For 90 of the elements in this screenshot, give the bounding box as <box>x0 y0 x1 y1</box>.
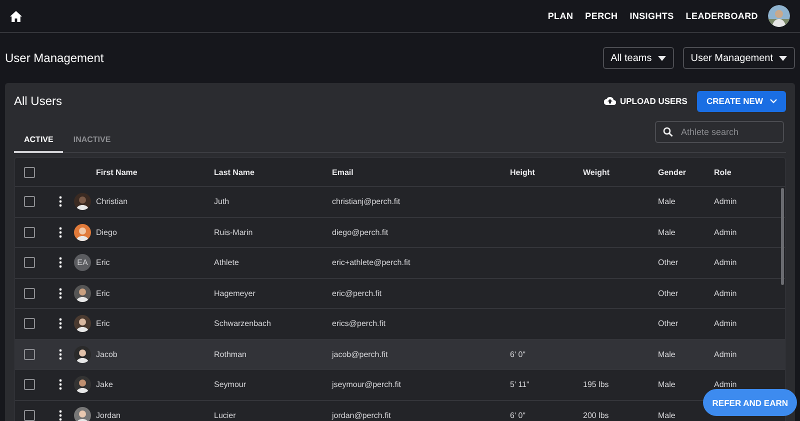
nav-link[interactable]: PERCH <box>585 11 618 21</box>
chevron-icon <box>770 98 777 104</box>
checkbox[interactable] <box>24 379 35 390</box>
table-cell-text: Admin <box>714 258 738 268</box>
caret-icon <box>658 56 666 60</box>
table-cell-text: Seymour <box>214 380 248 390</box>
table-cell-text: Male <box>658 410 676 420</box>
table-cell-text: Jacob <box>96 350 118 359</box>
table-cell-text: Admin <box>714 197 738 206</box>
column-header: Email <box>332 168 354 176</box>
table-cell-text: jseymour@perch.fit <box>332 380 402 390</box>
checkbox[interactable] <box>24 166 35 178</box>
table-cell-text: Juth <box>214 197 230 206</box>
table-cell-text: Admin <box>714 288 738 298</box>
nav-link[interactable]: INSIGHTS <box>630 11 674 21</box>
cloud-upload-icon <box>604 97 616 105</box>
nav-link[interactable]: LEADERBOARD <box>686 11 758 21</box>
table-cell-text: Admin <box>714 380 738 390</box>
search-icon <box>663 127 673 137</box>
dropdown[interactable]: User Management <box>682 47 795 69</box>
dropdown[interactable]: All teams <box>602 47 674 69</box>
column-header: Last Name <box>214 168 256 176</box>
more-icon[interactable] <box>59 196 62 208</box>
table-cell-text: Admin <box>714 350 738 359</box>
table-cell-text: Jake <box>96 380 114 390</box>
table-cell-text: Other <box>658 288 680 298</box>
table-cell-text: diego@perch.fit <box>332 228 390 237</box>
table-cell-text: 6' 0" <box>510 350 526 359</box>
table-cell-text: 195 lbs <box>583 380 610 390</box>
more-icon[interactable] <box>59 226 62 238</box>
home-icon[interactable] <box>10 10 22 22</box>
column-header: Height <box>510 168 536 176</box>
table-cell-text: 6' 0" <box>510 410 526 420</box>
create-new-button[interactable]: CREATE NEW <box>697 90 786 112</box>
table-cell-text: Other <box>658 258 680 268</box>
more-icon[interactable] <box>59 318 62 330</box>
table-cell-text: Male <box>658 228 676 237</box>
column-header: Role <box>714 168 732 176</box>
checkbox[interactable] <box>24 257 35 268</box>
column-header: Weight <box>583 168 611 176</box>
more-icon[interactable] <box>59 348 62 360</box>
tab[interactable]: INACTIVE <box>63 135 121 153</box>
table-cell-text: Athlete <box>214 258 240 268</box>
scrollbar[interactable] <box>781 188 784 285</box>
search-field[interactable]: Athlete search <box>655 121 784 143</box>
table-cell-text: Male <box>658 380 676 390</box>
table-cell-text: 200 lbs <box>583 410 610 420</box>
table-cell-text: Diego <box>96 228 118 237</box>
table-cell-text: Jordan <box>96 410 122 420</box>
column-header: First Name <box>96 168 138 176</box>
more-icon[interactable] <box>59 379 62 390</box>
card-title: All Users <box>14 94 64 108</box>
tab[interactable]: ACTIVE <box>14 135 64 153</box>
table-cell-text: Rothman <box>214 350 248 359</box>
checkbox[interactable] <box>24 226 35 238</box>
nav-link[interactable]: PLAN <box>548 11 574 21</box>
table-cell-text: Christian <box>96 197 129 206</box>
table-cell-text: Lucier <box>214 410 237 420</box>
table-cell-text: Ruis-Marin <box>214 228 254 237</box>
checkbox[interactable] <box>24 196 35 208</box>
table-cell-text: 5' 11" <box>510 380 530 390</box>
table-cell-text: Eric <box>96 288 111 298</box>
page-title: User Management <box>5 51 105 65</box>
table-cell-text: christianj@perch.fit <box>332 197 402 206</box>
table-cell-text: Male <box>658 197 676 206</box>
table-cell-text: Male <box>658 350 676 359</box>
upload-users-button[interactable]: UPLOAD USERS <box>604 96 688 106</box>
table-cell-text: erics@perch.fit <box>332 319 386 328</box>
table-cell-text: Admin <box>714 228 738 237</box>
table-cell-text: Hagemeyer <box>214 288 256 298</box>
avatar: EA <box>74 254 91 272</box>
caret-icon <box>779 56 787 60</box>
more-icon[interactable] <box>59 257 62 268</box>
checkbox[interactable] <box>24 288 35 299</box>
table-cell-text: Other <box>658 319 680 328</box>
column-header: Gender <box>658 168 688 176</box>
checkbox[interactable] <box>24 410 35 421</box>
table-cell-text: eric@perch.fit <box>332 288 382 298</box>
more-icon[interactable] <box>59 288 62 299</box>
more-icon[interactable] <box>59 410 62 421</box>
table-cell-text: Schwarzenbach <box>214 319 272 328</box>
table-cell-text: jacob@perch.fit <box>332 350 389 359</box>
checkbox[interactable] <box>24 318 35 330</box>
table-cell-text: jordan@perch.fit <box>332 410 392 420</box>
avatar[interactable] <box>768 5 790 27</box>
table-cell-text: Eric <box>96 319 111 328</box>
table-cell-text: Eric <box>96 258 111 268</box>
table-cell-text: Admin <box>714 319 738 328</box>
table-cell-text: eric+athlete@perch.fit <box>332 258 412 268</box>
checkbox[interactable] <box>24 348 35 360</box>
